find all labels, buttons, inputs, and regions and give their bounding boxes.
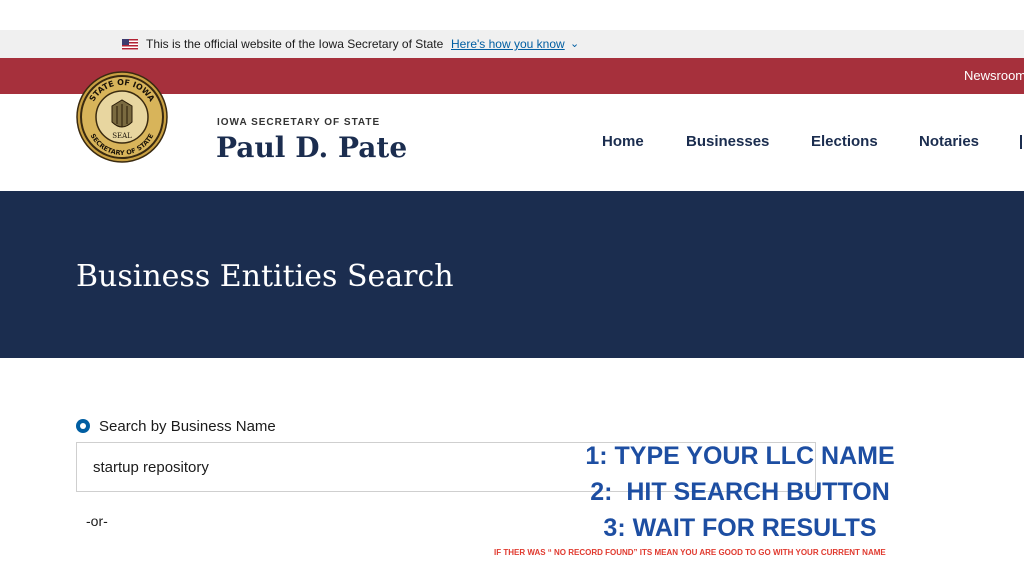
instruction-note: IF THER WAS “ NO RECORD FOUND” ITS MEAN … [494, 548, 886, 557]
chevron-down-icon[interactable]: ⌄ [570, 37, 579, 50]
newsroom-link[interactable]: Newsroom [964, 68, 1024, 83]
official-name[interactable]: Paul D. Pate [216, 131, 407, 164]
official-site-banner: This is the official website of the Iowa… [0, 30, 1024, 58]
search-by-name-radio[interactable] [76, 419, 90, 433]
state-seal-icon[interactable]: STATE OF IOWA SECRETARY OF STATE SEAL [76, 58, 168, 176]
nav-elections[interactable]: Elections [811, 133, 878, 150]
agency-label: IOWA SECRETARY OF STATE [217, 117, 381, 128]
nav-overflow-item[interactable] [1020, 135, 1022, 149]
official-site-text: This is the official website of the Iowa… [146, 37, 444, 51]
instruction-step-2: 2: HIT SEARCH BUTTON [590, 478, 890, 506]
or-separator: -or- [86, 513, 108, 529]
nav-businesses[interactable]: Businesses [686, 133, 769, 150]
seal-center-text: SEAL [112, 132, 132, 140]
page-title: Business Entities Search [76, 259, 454, 294]
nav-notaries[interactable]: Notaries [919, 133, 979, 150]
instruction-step-1: 1: TYPE YOUR LLC NAME [585, 442, 895, 470]
search-by-name-label[interactable]: Search by Business Name [99, 418, 276, 435]
page-hero: Business Entities Search [0, 191, 1024, 358]
nav-home[interactable]: Home [602, 133, 644, 150]
instruction-step-3: 3: WAIT FOR RESULTS [603, 514, 877, 542]
heres-how-you-know-link[interactable]: Here's how you know [451, 37, 565, 51]
us-flag-icon [122, 39, 138, 50]
